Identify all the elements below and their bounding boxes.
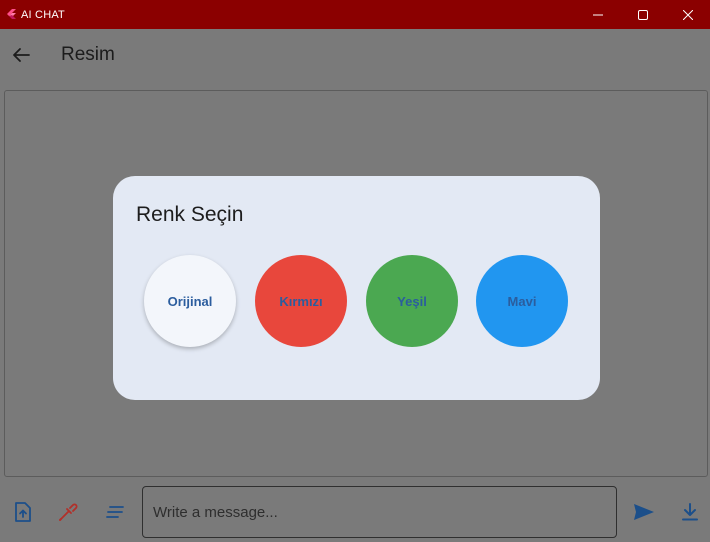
color-select-dialog: Renk Seçin Orijinal Kırmızı Yeşil Mavi — [113, 176, 600, 400]
text-options-button[interactable] — [103, 500, 127, 524]
page-title: Resim — [61, 44, 115, 65]
file-upload-icon — [15, 502, 31, 522]
maximize-button[interactable] — [620, 0, 665, 29]
color-option-label: Yeşil — [397, 293, 427, 309]
send-icon — [634, 504, 654, 520]
dialog-title: Renk Seçin — [136, 203, 244, 226]
attach-file-button[interactable] — [11, 500, 35, 524]
color-picker-button[interactable] — [56, 500, 80, 524]
color-option-label: Orijinal — [167, 293, 213, 309]
message-composer — [0, 480, 710, 542]
window-titlebar: AI CHAT — [0, 0, 710, 29]
color-option-label: Mavi — [507, 293, 537, 309]
close-icon — [682, 9, 693, 20]
download-icon — [682, 503, 698, 521]
close-button[interactable] — [665, 0, 710, 29]
send-button[interactable] — [632, 500, 656, 524]
color-option-label: Kırmızı — [279, 293, 323, 309]
color-option-red[interactable]: Kırmızı — [255, 255, 347, 347]
short-text-icon — [106, 506, 124, 518]
minimize-button[interactable] — [575, 0, 620, 29]
color-option-green[interactable]: Yeşil — [366, 255, 458, 347]
minimize-icon — [592, 14, 603, 15]
window-title: AI CHAT — [21, 8, 65, 21]
eyedropper-icon — [59, 503, 78, 521]
color-option-blue[interactable]: Mavi — [476, 255, 568, 347]
back-button[interactable] — [9, 43, 33, 67]
flutter-logo-icon — [7, 8, 16, 19]
download-button[interactable] — [678, 500, 702, 524]
arrow-back-icon — [13, 48, 30, 62]
window-controls — [575, 0, 710, 29]
app-bar: Resim — [0, 29, 710, 85]
message-input[interactable] — [142, 486, 617, 538]
maximize-icon — [637, 9, 648, 20]
color-option-original[interactable]: Orijinal — [144, 255, 236, 347]
